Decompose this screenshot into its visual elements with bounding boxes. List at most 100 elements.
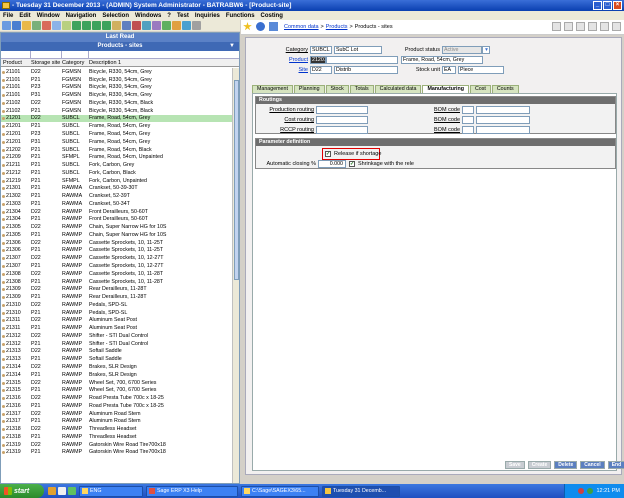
delete-button[interactable]: Delete (554, 461, 578, 469)
tab-calculated-data[interactable]: Calculated data (374, 85, 422, 93)
list-item[interactable]: 21102 D22 FGMSN Bicycle, R330, 54cm, Black (1, 99, 233, 107)
attachment-icon[interactable] (564, 22, 573, 31)
list-item[interactable]: 21201 P21 SUBCL Frame, Road, 54cm, Grey (1, 122, 233, 130)
settings-icon[interactable] (192, 21, 201, 30)
comment-icon[interactable] (576, 22, 585, 31)
bom-code-label[interactable]: BOM code (426, 107, 460, 113)
list-item[interactable]: 21313 D22 RAWMP Softail Saddle (1, 348, 233, 356)
site-label[interactable]: Site (266, 67, 308, 73)
list-item[interactable]: 21201 P23 SUBCL Frame, Road, 54cm, Grey (1, 130, 233, 138)
list-item[interactable]: 21319 P21 RAWMP Gatorskin Wire Road Tire700… (1, 449, 233, 457)
product-label[interactable]: Product (266, 57, 308, 63)
refresh-icon[interactable] (142, 21, 151, 30)
list-item[interactable]: 21201 P31 SUBCL Frame, Road, 54cm, Grey (1, 138, 233, 146)
list-item[interactable]: 21319 D22 RAWMP Gatorskin Wire Road Tire700… (1, 441, 233, 449)
close-panel-icon[interactable] (612, 22, 621, 31)
pin-icon[interactable] (269, 22, 278, 31)
list-item[interactable]: 21312 D22 RAWMP Shifter - STI Dual Control (1, 332, 233, 340)
tools-icon[interactable] (122, 21, 131, 30)
menu-inquiries[interactable]: Inquiries (195, 13, 220, 19)
cost-routing-label[interactable]: Cost routing (258, 117, 314, 123)
tab-manufacturing[interactable]: Manufacturing (422, 85, 469, 93)
menu-costing[interactable]: Costing (261, 13, 283, 19)
list-item[interactable]: 21101 P21 FGMSN Bicycle, R330, 54cm, Grey (1, 76, 233, 84)
save-button[interactable]: Save (505, 461, 525, 469)
col-product[interactable]: Product (1, 60, 31, 66)
bom-code-label[interactable]: BOM code (426, 127, 460, 133)
help-icon[interactable] (172, 21, 181, 30)
window-title-bar[interactable]: - Tuesday 31 December 2013 - (ADMIN) Sys… (0, 0, 624, 11)
list-item[interactable]: 21309 D22 RAWMP Rear Derailleurs, 11-28T (1, 285, 233, 293)
list-item[interactable]: 21308 P21 RAWMP Cassette Sprockets, 10, 11-… (1, 278, 233, 286)
delete-icon[interactable] (42, 21, 51, 30)
breadcrumb-common-data[interactable]: Common data (284, 24, 319, 30)
menu-edit[interactable]: Edit (19, 13, 30, 19)
tab-stock[interactable]: Stock (325, 85, 349, 93)
list-item[interactable]: 21311 P21 RAWMP Aluminum Seat Post (1, 324, 233, 332)
menu-file[interactable]: File (3, 13, 13, 19)
list-item[interactable]: 21316 D22 RAWMP Road Presta Tube 700c x 18-… (1, 394, 233, 402)
menu-window[interactable]: Window (37, 13, 60, 19)
list-item[interactable]: 21201 D22 SUBCL Frame, Road, 54cm, Grey (1, 114, 233, 123)
stop-icon[interactable] (132, 21, 141, 30)
tab-counts[interactable]: Counts (491, 85, 519, 93)
menu-navigation[interactable]: Navigation (66, 13, 97, 19)
list-item[interactable]: 21202 P21 SUBCL Frame, Road, 54cm, Black (1, 146, 233, 154)
browser-icon[interactable] (48, 487, 56, 495)
list-item[interactable]: 21102 P21 FGMSN Bicycle, R330, 54cm, Black (1, 107, 233, 115)
products-sites-header[interactable]: Products - sites ▼ (1, 42, 239, 51)
last-record-icon[interactable] (102, 21, 111, 30)
cost-bom-code-field[interactable] (462, 116, 474, 124)
menu-windows[interactable]: Windows (135, 13, 161, 19)
rccp-routing-field[interactable] (316, 126, 368, 134)
minimize-panel-icon[interactable] (600, 22, 609, 31)
list-item[interactable]: 21304 P21 RAWMP Front Derailleurs, 50-60T (1, 216, 233, 224)
list-item[interactable]: 21317 P21 RAWMP Aluminum Road Stem (1, 417, 233, 425)
scrollbar-thumb[interactable] (234, 80, 239, 280)
list-item[interactable]: 21306 P21 RAWMP Cassette Sprockets, 10, 11-… (1, 247, 233, 255)
filter-description[interactable] (89, 51, 239, 59)
last-read-header[interactable]: Last Read (1, 33, 239, 42)
list-item[interactable]: 21313 P21 RAWMP Softail Saddle (1, 355, 233, 363)
list-item[interactable]: 21318 P21 RAWMP Threadless Headset (1, 433, 233, 441)
chevron-down-icon[interactable]: ▾ (482, 46, 490, 54)
list-item[interactable]: 21314 P21 RAWMP Brakes, SLR Design (1, 371, 233, 379)
filter-row[interactable] (1, 51, 239, 59)
list-item[interactable]: 21101 D22 FGMSN Bicycle, R330, 54cm, Grey (1, 68, 233, 76)
list-item[interactable]: 21306 D22 RAWMP Cassette Sprockets, 10, 11-… (1, 239, 233, 247)
list-view-icon[interactable] (552, 22, 561, 31)
list-item[interactable]: 21315 P21 RAWMP Wheel Set, 700, 6700 Series (1, 386, 233, 394)
menu-help[interactable]: ? (167, 13, 171, 19)
automatic-closing-field[interactable]: 0.000 (318, 160, 346, 168)
production-routing-field[interactable] (316, 106, 368, 114)
rccp-routing-label[interactable]: RCCP routing (258, 127, 314, 133)
list-item[interactable]: 21316 P21 RAWMP Road Presta Tube 700c x 18-… (1, 402, 233, 410)
new-icon[interactable] (2, 21, 11, 30)
list-item[interactable]: 21101 P23 FGMSN Bicycle, R330, 54cm, Grey (1, 84, 233, 92)
paste-icon[interactable] (62, 21, 71, 30)
info-icon[interactable] (182, 21, 191, 30)
cost-routing-field[interactable] (316, 116, 368, 124)
list-item[interactable]: 21301 P21 RAWMA Crankset, 50-39-30T (1, 184, 233, 192)
shrinkage-checkbox[interactable]: ✓ (349, 161, 355, 167)
filter-category[interactable] (62, 51, 89, 59)
list-item[interactable]: 21310 D22 RAWMP Pedals, SPD-SL (1, 301, 233, 309)
list-item[interactable]: 21209 P21 SFMPL Frame, Road, 54cm, Unpainte… (1, 153, 233, 161)
menu-functions[interactable]: Functions (226, 13, 255, 19)
close-button[interactable]: × (613, 1, 622, 10)
menu-test[interactable]: Test (177, 13, 189, 19)
task-eng[interactable]: ENG (79, 485, 143, 497)
task-sage-folder[interactable]: C:\Sage\SAGEX3\65... (241, 485, 319, 497)
list-item[interactable]: 21305 P21 RAWMP Chain, Super Narrow HG for … (1, 231, 233, 239)
list-item[interactable]: 21317 D22 RAWMP Aluminum Road Stem (1, 410, 233, 418)
validate-icon[interactable] (162, 21, 171, 30)
product-field-code[interactable]: 21201 (310, 56, 326, 64)
list-item[interactable]: 21212 P21 SUBCL Fork, Carbon, Black (1, 169, 233, 177)
menu-selection[interactable]: Selection (102, 13, 129, 19)
minimize-button[interactable]: _ (593, 1, 602, 10)
list-item[interactable]: 21310 P21 RAWMP Pedals, SPD-SL (1, 309, 233, 317)
list-scrollbar[interactable] (232, 68, 239, 483)
tab-totals[interactable]: Totals (349, 85, 374, 93)
production-bom-code-field[interactable] (462, 106, 474, 114)
tab-management[interactable]: Management (252, 85, 293, 93)
